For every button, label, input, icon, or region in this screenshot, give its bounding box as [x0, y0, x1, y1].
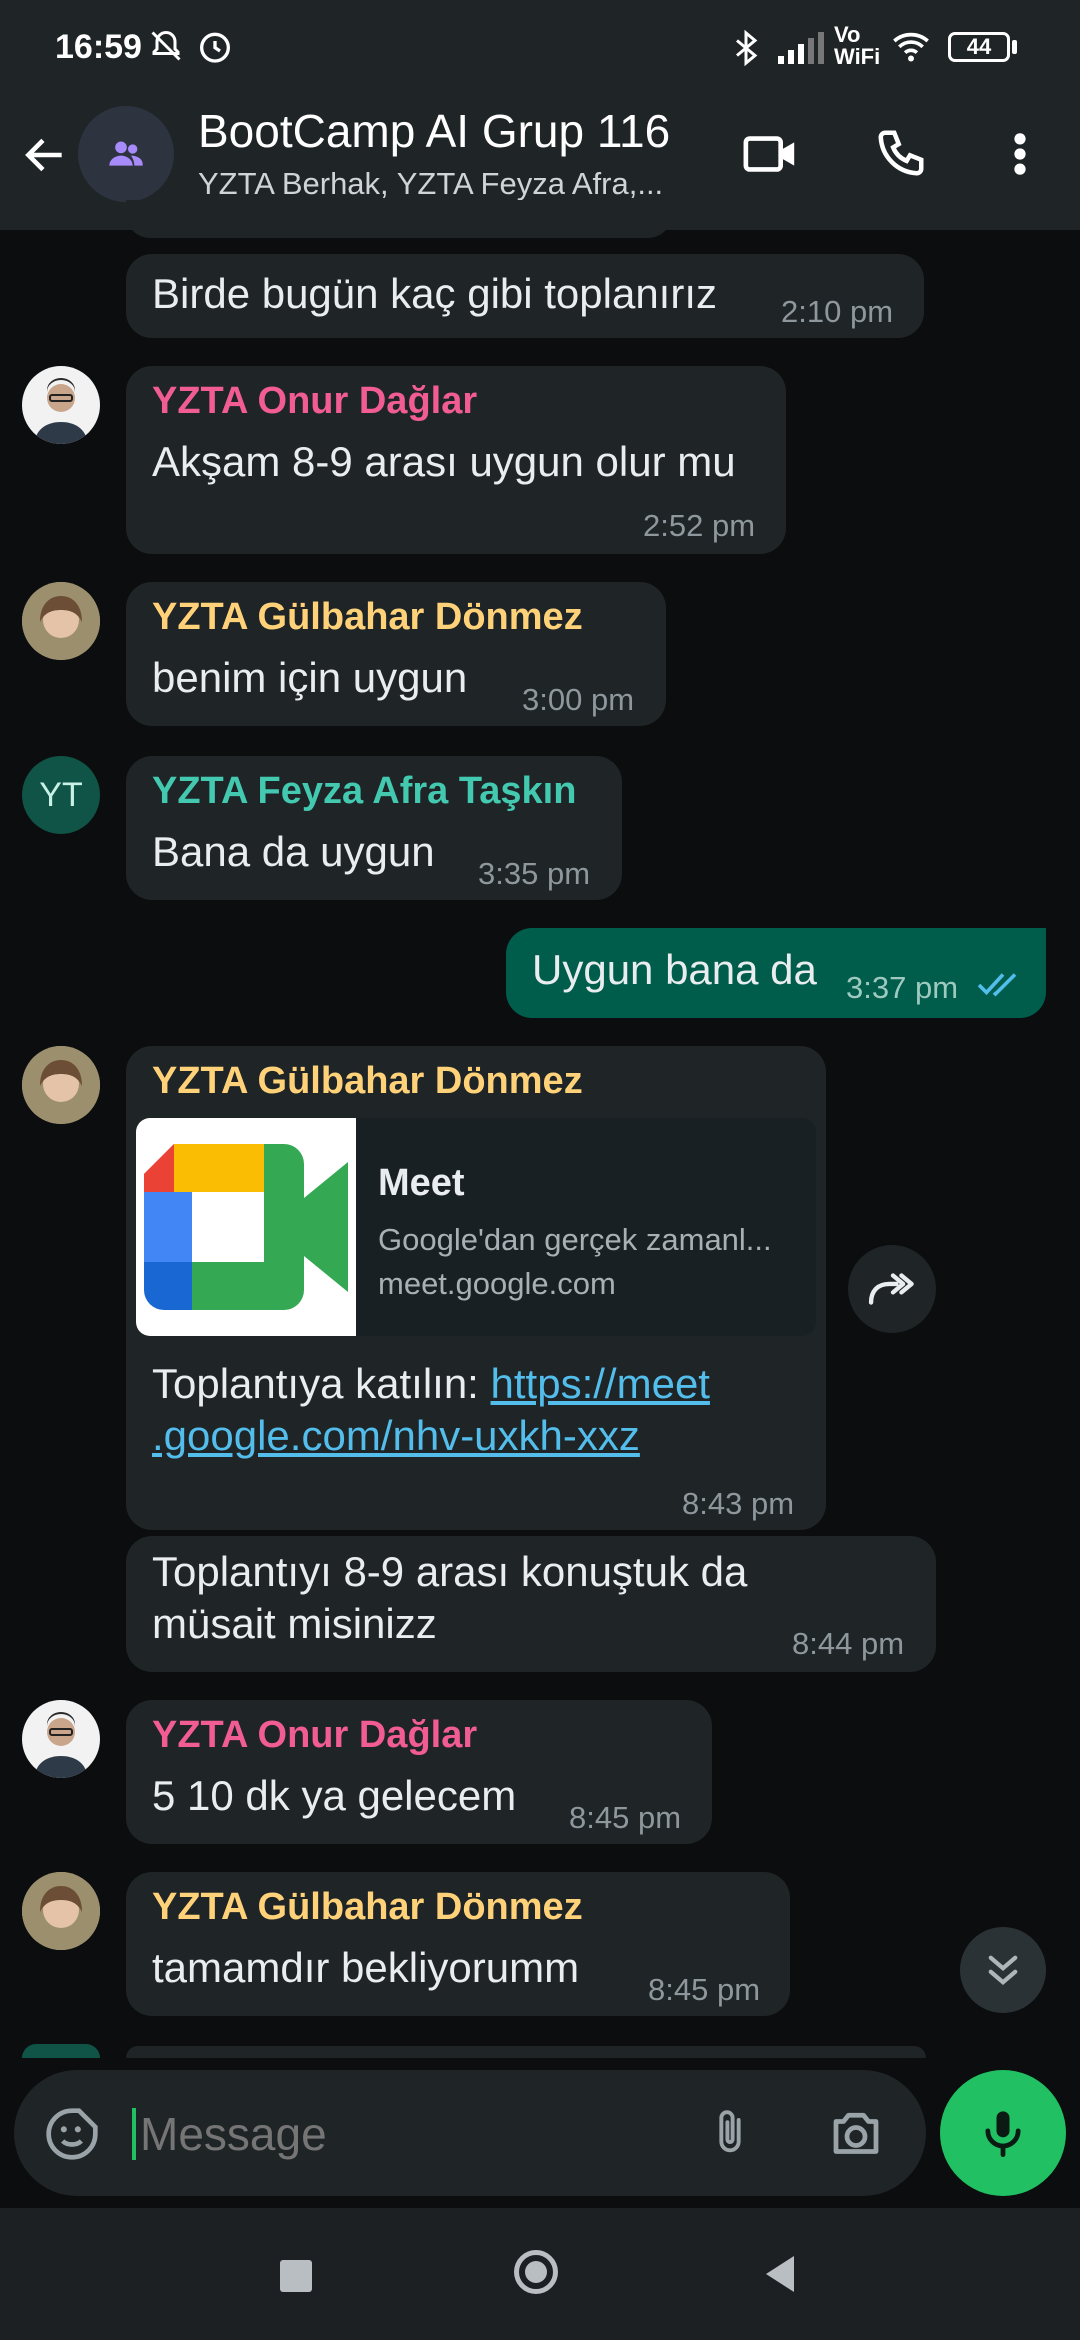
person-photo-icon [34, 378, 88, 444]
group-icon [109, 141, 143, 166]
avatar-initials: YT [39, 776, 83, 814]
microphone-icon [985, 2111, 1021, 2158]
video-call-icon[interactable] [742, 128, 800, 180]
mute-bell-icon [151, 30, 181, 61]
avatar-onur[interactable] [22, 1700, 100, 1778]
battery-icon: 44 [948, 32, 1010, 62]
scroll-to-bottom-button[interactable] [960, 1927, 1046, 2013]
status-time: 16:59 [55, 28, 142, 66]
sender-name[interactable]: YZTA Gülbahar Dönmez [152, 1886, 583, 1929]
sender-name[interactable]: YZTA Onur Dağlar [152, 380, 477, 423]
avatar-feyza[interactable]: YT [22, 756, 100, 834]
outgoing-message-bubble[interactable]: Uygun bana da 3:37 pm [506, 928, 1046, 1018]
message-text-line1: Toplantıyı 8-9 arası konuştuk da [152, 1548, 748, 1595]
message-time: 3:37 pm [846, 970, 959, 1005]
sender-name[interactable]: YZTA Onur Dağlar [152, 1714, 477, 1757]
recents-button[interactable] [280, 2260, 312, 2292]
message-bubble[interactable]: Toplantıyı 8-9 arası konuştuk da müsait … [126, 1536, 936, 1672]
back-arrow-icon[interactable] [20, 130, 70, 180]
message-composer [14, 2070, 926, 2196]
message-input[interactable] [138, 2100, 702, 2168]
battery-tip [1012, 40, 1017, 54]
voice-call-icon[interactable] [874, 126, 928, 180]
chat-title[interactable]: BootCamp AI Grup 116 [198, 104, 670, 158]
meet-link-part1[interactable]: https://meet [491, 1360, 710, 1407]
person-photo-icon [22, 582, 100, 660]
person-photo-icon [22, 1046, 100, 1124]
preview-description: Google'dan gerçek zamanl... [378, 1222, 772, 1257]
forward-button[interactable] [848, 1245, 936, 1333]
preview-title: Meet [378, 1162, 465, 1204]
home-button[interactable] [514, 2250, 558, 2294]
message-time: 2:52 pm [643, 508, 756, 543]
meet-logo-tile [136, 1118, 356, 1336]
message-time: 3:35 pm [478, 856, 591, 891]
message-text: Uygun bana da [532, 946, 817, 993]
battery-level: 44 [966, 34, 992, 59]
vowifi-label: Vo WiFi [834, 22, 881, 69]
avatar-onur[interactable] [22, 366, 100, 444]
chat-subtitle[interactable]: YZTA Berhak, YZTA Feyza Afra,... [198, 166, 663, 202]
message-text-line2: müsait misinizz [152, 1600, 437, 1647]
status-bar: 16:59 Vo WiFi 44 [0, 0, 1080, 96]
message-bubble[interactable]: YZTA Onur Dağlar 5 10 dk ya gelecem 8:45… [126, 1700, 712, 1844]
camera-icon[interactable] [826, 2104, 886, 2164]
message-text: Birde bugün kaç gibi toplanırız [152, 270, 718, 317]
message-text: 5 10 dk ya gelecem [152, 1772, 517, 1819]
message-bubble[interactable]: Birde bugün kaç gibi toplanırız 2:10 pm [126, 254, 924, 338]
forward-icon [868, 1273, 914, 1305]
read-receipt-icon [977, 973, 1017, 997]
double-chevron-down-icon [988, 1955, 1018, 1986]
person-photo-icon [34, 1712, 88, 1778]
wifi-icon [893, 32, 929, 62]
avatar-gulbahar[interactable] [22, 1046, 100, 1124]
link-preview-card[interactable]: Meet Google'dan gerçek zamanl... meet.go… [136, 1118, 816, 1336]
message-text: Bana da uygun [152, 828, 435, 875]
text-cursor [132, 2108, 136, 2160]
attach-paperclip-icon[interactable] [704, 2102, 756, 2164]
more-options-icon[interactable] [1000, 128, 1040, 180]
message-bubble-partial [126, 2046, 926, 2058]
message-time: 8:45 pm [648, 1972, 761, 2007]
message-time: 3:00 pm [522, 682, 635, 717]
message-text-prefix: Toplantıya katılın: https://meet [152, 1358, 710, 1410]
message-time: 8:45 pm [569, 1800, 682, 1835]
message-bubble-partial[interactable] [126, 200, 672, 238]
message-bubble[interactable]: YZTA Onur Dağlar Akşam 8-9 arası uygun o… [126, 366, 786, 554]
home-button-dot [525, 2261, 547, 2283]
message-text: tamamdır bekliyorumm [152, 1944, 580, 1991]
message-text: benim için uygun [152, 654, 468, 701]
meet-link-part2[interactable]: .google.com/nhv-uxkh-xxz [152, 1410, 640, 1462]
sender-name[interactable]: YZTA Feyza Afra Taşkın [152, 770, 576, 813]
signal-icon [778, 32, 824, 64]
preview-domain: meet.google.com [378, 1266, 616, 1301]
message-bubble[interactable]: YZTA Gülbahar Dönmez benim için uygun 3:… [126, 582, 666, 726]
voice-message-button[interactable] [940, 2070, 1066, 2196]
message-time: 8:44 pm [792, 1626, 905, 1661]
back-nav-icon[interactable] [762, 2254, 798, 2294]
sticker-emoji-icon[interactable] [44, 2106, 100, 2162]
sender-name[interactable]: YZTA Gülbahar Dönmez [152, 1060, 583, 1103]
alarm-icon [200, 32, 230, 63]
avatar-partial [22, 2044, 100, 2058]
group-avatar[interactable] [78, 106, 174, 202]
message-bubble[interactable]: YZTA Feyza Afra Taşkın Bana da uygun 3:3… [126, 756, 622, 900]
system-nav-bar [0, 2208, 1080, 2340]
message-time: 8:43 pm [682, 1486, 795, 1521]
google-meet-icon [144, 1144, 348, 1310]
avatar-gulbahar[interactable] [22, 582, 100, 660]
message-bubble[interactable]: YZTA Gülbahar Dönmez tamamdır bekliyorum… [126, 1872, 790, 2016]
message-text: Toplantıya katılın: [152, 1360, 491, 1407]
person-photo-icon [22, 1872, 100, 1950]
sender-name[interactable]: YZTA Gülbahar Dönmez [152, 596, 583, 639]
bluetooth-icon [736, 29, 758, 67]
avatar-gulbahar[interactable] [22, 1872, 100, 1950]
message-time: 2:10 pm [781, 294, 894, 329]
message-text: Akşam 8-9 arası uygun olur mu [152, 438, 736, 485]
